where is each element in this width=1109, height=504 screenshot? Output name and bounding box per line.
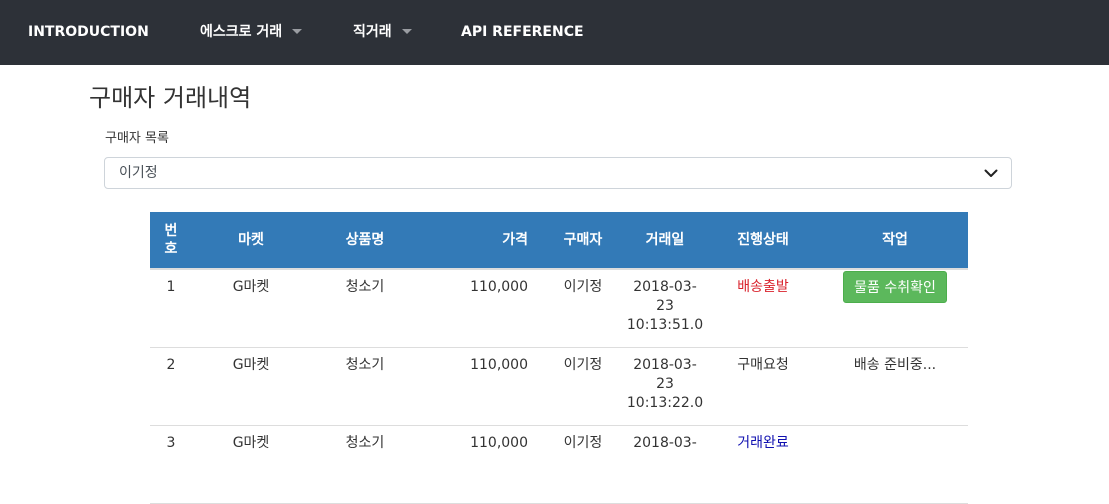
header-buyer: 구매자 <box>540 212 626 270</box>
cell-product: 청소기 <box>310 269 420 348</box>
cell-product: 청소기 <box>310 347 420 426</box>
nav-introduction[interactable]: INTRODUCTION <box>28 0 149 65</box>
cell-date-line3: 10:13:51.0 <box>626 317 704 333</box>
status-badge: 거래완료 <box>704 425 822 504</box>
header-no-line1: 번 <box>164 223 178 239</box>
cell-no: 3 <box>150 425 192 504</box>
cell-buyer: 이기정 <box>540 347 626 426</box>
nav-direct-trade-label: 직거래 <box>353 24 392 40</box>
header-price: 가격 <box>420 212 540 270</box>
confirm-receipt-button[interactable]: 물품 수취확인 <box>843 271 947 303</box>
table-row: 3 G마켓 청소기 110,000 이기정 2018-03- 거래완료 <box>150 425 968 504</box>
cell-date-line1: 2018-03- <box>633 279 697 295</box>
header-status: 진행상태 <box>704 212 822 270</box>
nav-introduction-label: INTRODUCTION <box>28 24 149 40</box>
cell-date: 2018-03- <box>626 425 704 504</box>
page-title: 구매자 거래내역 <box>89 84 252 112</box>
header-no-line2: 호 <box>164 241 178 257</box>
transactions-table: 번 호 마켓 상품명 가격 구매자 거래일 진행상태 작업 1 G마켓 청소기 … <box>150 212 968 504</box>
cell-date-line1: 2018-03- <box>633 356 697 373</box>
nav-api-reference-label: API REFERENCE <box>461 24 584 40</box>
status-badge: 구매요청 <box>704 347 822 426</box>
cell-price: 110,000 <box>420 269 540 348</box>
buyer-select-label: 구매자 목록 <box>105 131 169 146</box>
nav-escrow-dropdown[interactable]: 에스크로 거래 <box>200 0 303 65</box>
nav-escrow-label: 에스크로 거래 <box>200 24 283 40</box>
cell-market: G마켓 <box>192 425 310 504</box>
nav-direct-trade-dropdown[interactable]: 직거래 <box>353 0 412 65</box>
cell-no: 2 <box>150 347 192 426</box>
table-row: 1 G마켓 청소기 110,000 이기정 2018-03- 23 10:13:… <box>150 269 968 348</box>
chevron-down-icon <box>984 169 998 177</box>
buyer-select-value: 이기정 <box>119 165 158 181</box>
cell-date-line3: 10:13:22.0 <box>626 394 704 411</box>
caret-down-icon <box>292 28 303 34</box>
cell-action <box>822 425 968 504</box>
cell-market: G마켓 <box>192 347 310 426</box>
cell-action: 물품 수취확인 <box>822 269 968 348</box>
cell-price: 110,000 <box>420 425 540 504</box>
buyer-select[interactable]: 이기정 <box>104 157 1012 189</box>
cell-market: G마켓 <box>192 269 310 348</box>
header-date: 거래일 <box>626 212 704 270</box>
cell-date: 2018-03- 23 10:13:22.0 <box>626 347 704 426</box>
table-row: 2 G마켓 청소기 110,000 이기정 2018-03- 23 10:13:… <box>150 347 968 426</box>
cell-buyer: 이기정 <box>540 425 626 504</box>
cell-buyer: 이기정 <box>540 269 626 348</box>
status-badge: 배송출발 <box>704 269 822 348</box>
caret-down-icon <box>401 28 412 34</box>
transactions-table-wrap: 번 호 마켓 상품명 가격 구매자 거래일 진행상태 작업 1 G마켓 청소기 … <box>150 212 968 504</box>
header-market: 마켓 <box>192 212 310 270</box>
header-action: 작업 <box>822 212 968 270</box>
top-navbar: INTRODUCTION 에스크로 거래 직거래 API REFERENCE <box>0 0 1109 65</box>
cell-product: 청소기 <box>310 425 420 504</box>
cell-date: 2018-03- 23 10:13:51.0 <box>626 269 704 348</box>
header-product: 상품명 <box>310 212 420 270</box>
table-header-row: 번 호 마켓 상품명 가격 구매자 거래일 진행상태 작업 <box>150 212 968 270</box>
cell-action: 배송 준비중... <box>822 347 968 426</box>
nav-api-reference[interactable]: API REFERENCE <box>461 0 584 65</box>
cell-date-line2: 23 <box>656 298 674 314</box>
cell-date-line1: 2018-03- <box>633 434 697 451</box>
header-no: 번 호 <box>150 212 192 270</box>
cell-no: 1 <box>150 269 192 348</box>
cell-price: 110,000 <box>420 347 540 426</box>
cell-date-line2: 23 <box>656 375 674 392</box>
